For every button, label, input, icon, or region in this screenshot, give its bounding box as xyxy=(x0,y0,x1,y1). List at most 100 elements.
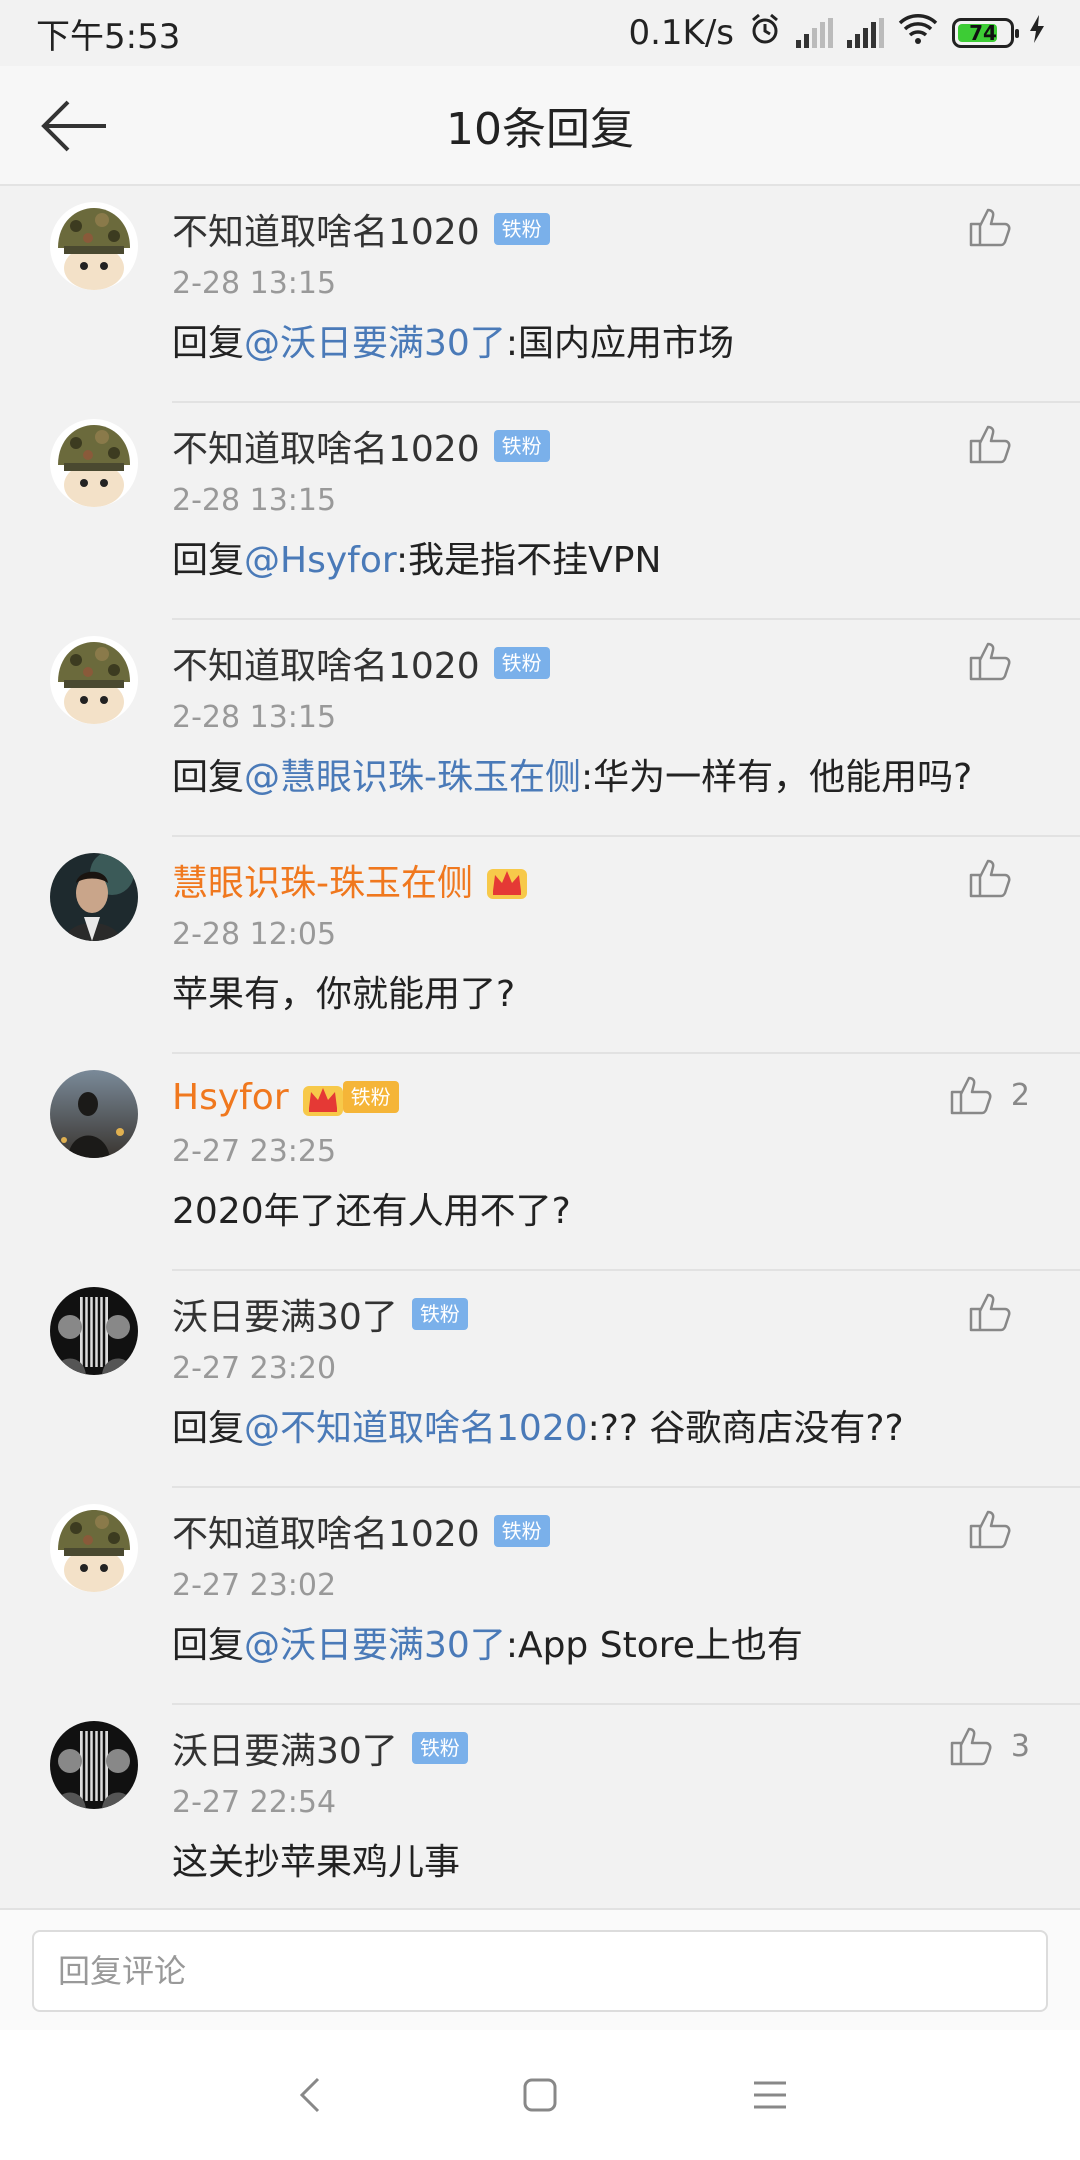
comment-text: 这关抄苹果鸡儿事 xyxy=(172,1833,460,1885)
signal-icon xyxy=(796,18,833,48)
username[interactable]: 慧眼识珠-珠玉在侧 xyxy=(172,854,473,906)
status-bar: 下午5:53 0.1K/s 74 xyxy=(0,0,1080,66)
avatar[interactable] xyxy=(50,1287,138,1375)
comment-time: 2-28 13:15 xyxy=(172,483,337,518)
like-button[interactable] xyxy=(968,206,1030,248)
thumbs-up-icon xyxy=(969,642,1011,681)
like-button[interactable] xyxy=(968,1508,1030,1550)
thumbs-up-icon xyxy=(950,1076,992,1115)
like-button[interactable] xyxy=(968,1291,1030,1333)
username[interactable]: 沃日要满30了 xyxy=(172,1722,398,1774)
nav-menu-button[interactable] xyxy=(740,2065,800,2125)
comment-content: 2020年了还有人用不了? xyxy=(172,1191,571,1232)
back-arrow-icon xyxy=(41,100,106,152)
username[interactable]: 沃日要满30了 xyxy=(172,1288,398,1340)
signal-icon xyxy=(847,18,884,48)
status-time: 下午5:53 xyxy=(36,16,181,57)
reply-prefix: 回复 xyxy=(172,323,245,364)
comment-item: 不知道取啥名1020 铁粉 2-28 13:15 回复@慧眼识珠-珠玉在侧:华为… xyxy=(0,620,1080,837)
fan-badge: 铁粉 xyxy=(342,1081,399,1113)
reply-prefix: 回复 xyxy=(172,1408,245,1449)
comment-content: :我是指不挂VPN xyxy=(396,540,662,581)
avatar[interactable] xyxy=(50,636,138,724)
fan-badge: 铁粉 xyxy=(411,1732,468,1764)
reply-input[interactable] xyxy=(32,1930,1048,2012)
comment-content: :App Store上也有 xyxy=(505,1625,803,1666)
reply-prefix: 回复 xyxy=(172,757,245,798)
like-button[interactable]: 2 xyxy=(949,1074,1030,1116)
comment-time: 2-28 13:15 xyxy=(172,266,337,301)
reply-bar xyxy=(0,1908,1080,2030)
like-button[interactable]: 3 xyxy=(949,1725,1030,1767)
nav-back-button[interactable] xyxy=(280,2065,340,2125)
battery-icon: 74 xyxy=(952,18,1019,48)
network-speed: 0.1K/s xyxy=(628,13,734,53)
fan-badge: 铁粉 xyxy=(493,1515,550,1547)
comment-time: 2-27 23:20 xyxy=(172,1351,337,1386)
comment-text: 回复@不知道取啥名1020:?? 谷歌商店没有?? xyxy=(172,1399,904,1451)
comment-item: 沃日要满30了 铁粉 2-27 23:20 回复@不知道取啥名1020:?? 谷… xyxy=(0,1271,1080,1488)
username[interactable]: 不知道取啥名1020 xyxy=(172,203,480,255)
wifi-icon xyxy=(898,13,938,54)
comment-text: 回复@沃日要满30了:App Store上也有 xyxy=(172,1616,803,1668)
crown-icon xyxy=(301,1076,345,1118)
nav-menu-icon xyxy=(754,2081,786,2109)
username[interactable]: Hsyfor xyxy=(172,1077,289,1118)
fan-badge: 铁粉 xyxy=(493,213,550,245)
comment-time: 2-27 23:02 xyxy=(172,1568,337,1603)
comment-item: 不知道取啥名1020 铁粉 2-28 13:15 回复@Hsyfor:我是指不挂… xyxy=(0,403,1080,620)
like-count: 3 xyxy=(1010,1728,1030,1764)
comment-content: 这关抄苹果鸡儿事 xyxy=(172,1842,461,1883)
comment-time: 2-28 13:15 xyxy=(172,700,337,735)
back-button[interactable] xyxy=(38,96,110,156)
avatar[interactable] xyxy=(50,1070,138,1158)
avatar[interactable] xyxy=(50,1504,138,1592)
mention-link[interactable]: @不知道取啥名1020 xyxy=(244,1408,588,1449)
comment-time: 2-27 22:54 xyxy=(172,1785,337,1820)
fan-badge: 铁粉 xyxy=(411,1298,468,1330)
comment-item: 不知道取啥名1020 铁粉 2-27 23:02 回复@沃日要满30了:App … xyxy=(0,1488,1080,1705)
reply-prefix: 回复 xyxy=(172,540,245,581)
reply-prefix: 回复 xyxy=(172,1625,245,1666)
username[interactable]: 不知道取啥名1020 xyxy=(172,637,480,689)
nav-home-button[interactable] xyxy=(510,2065,570,2125)
thumbs-up-icon xyxy=(969,425,1011,464)
thumbs-up-icon xyxy=(969,1510,1011,1549)
comment-time: 2-28 12:05 xyxy=(172,917,337,952)
comment-content: :国内应用市场 xyxy=(505,323,734,364)
status-icons: 0.1K/s 74 xyxy=(628,12,1046,55)
nav-home-icon xyxy=(523,2078,557,2112)
comment-text: 苹果有，你就能用了? xyxy=(172,965,515,1017)
like-button[interactable] xyxy=(968,857,1030,899)
comment-list[interactable]: 不知道取啥名1020 铁粉 2-28 13:15 回复@沃日要满30了:国内应用… xyxy=(0,186,1080,1908)
mention-link[interactable]: @慧眼识珠-珠玉在侧 xyxy=(244,757,581,798)
charging-icon xyxy=(1028,13,1046,53)
mention-link[interactable]: @Hsyfor xyxy=(244,540,396,581)
like-count: 2 xyxy=(1010,1077,1030,1113)
thumbs-up-icon xyxy=(969,1293,1011,1332)
avatar[interactable] xyxy=(50,853,138,941)
thumbs-up-icon xyxy=(969,859,1011,898)
comment-content: :华为一样有，他能用吗? xyxy=(581,757,973,798)
thumbs-up-icon xyxy=(950,1727,992,1766)
comment-item: Hsyfor 铁粉 2-27 23:25 2020年了还有人用不了? 2 xyxy=(0,1054,1080,1271)
like-button[interactable] xyxy=(968,640,1030,682)
username[interactable]: 不知道取啥名1020 xyxy=(172,1505,480,1557)
comment-time: 2-27 23:25 xyxy=(172,1134,337,1169)
comment-text: 回复@Hsyfor:我是指不挂VPN xyxy=(172,531,661,583)
comment-text: 回复@慧眼识珠-珠玉在侧:华为一样有，他能用吗? xyxy=(172,748,972,800)
avatar[interactable] xyxy=(50,202,138,290)
comment-content: 苹果有，你就能用了? xyxy=(172,974,516,1015)
header: 10条回复 xyxy=(0,66,1080,186)
avatar[interactable] xyxy=(50,419,138,507)
comment-text: 2020年了还有人用不了? xyxy=(172,1182,571,1234)
username[interactable]: 不知道取啥名1020 xyxy=(172,420,480,472)
avatar[interactable] xyxy=(50,1721,138,1809)
nav-back-icon xyxy=(299,2077,320,2113)
comment-item: 不知道取啥名1020 铁粉 2-28 13:15 回复@沃日要满30了:国内应用… xyxy=(0,186,1080,403)
mention-link[interactable]: @沃日要满30了 xyxy=(244,323,506,364)
like-button[interactable] xyxy=(968,423,1030,465)
comment-content: :?? 谷歌商店没有?? xyxy=(587,1408,904,1449)
mention-link[interactable]: @沃日要满30了 xyxy=(244,1625,506,1666)
fan-badge: 铁粉 xyxy=(493,430,550,462)
